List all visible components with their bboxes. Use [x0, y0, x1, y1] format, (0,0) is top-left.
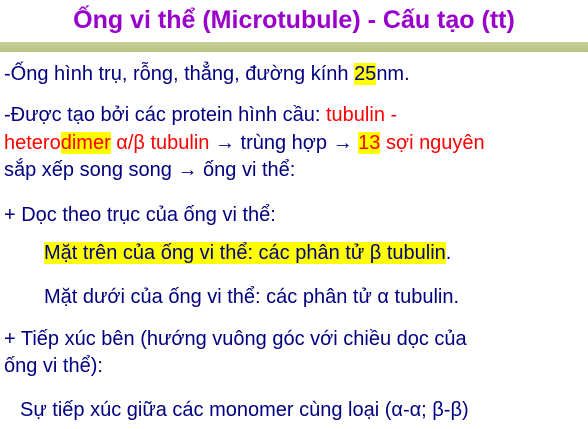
top-face-text: Mặt trên của ống vi thể: các phân tử β t… [44, 242, 446, 264]
line-top-face: Mặt trên của ống vi thể: các phân tử β t… [44, 241, 451, 265]
polymerize-text: → trùng hợp → [209, 132, 359, 154]
line-parallel: sắp xếp song song → ống vi thể: [4, 159, 296, 181]
line-protein: -Được tạo bởi các protein hình cầu: tubu… [4, 103, 397, 127]
line-lateral-heading: + Tiếp xúc bên (hướng vuông góc với chiề… [4, 328, 467, 350]
protofilament-count: 13 [358, 132, 381, 154]
line-diameter-text: -Ống hình trụ, rỗng, thẳng, đường kính [4, 63, 355, 85]
slide-title: Ống vi thể (Microtubule) - Cấu tạo (tt) [73, 6, 515, 34]
protofilament-term: sợi nguyên [380, 132, 485, 154]
line-protein-text: -Được tạo bởi các protein hình cầu: [4, 104, 326, 126]
line-bottom-face: Mặt dưới của ống vi thể: các phân tử α t… [44, 286, 460, 308]
line-axis-heading: + Dọc theo trục của ống vi thể: [4, 204, 276, 226]
line-diameter: -Ống hình trụ, rỗng, thẳng, đường kính 2… [4, 62, 410, 86]
tubulin-term: tubulin - [326, 104, 398, 126]
title-divider-bar [0, 42, 588, 52]
alpha-beta-tubulin-term: α/β tubulin [110, 132, 210, 154]
line-heterodimer: heterodimer α/β tubulin → trùng hợp → 13… [4, 131, 485, 155]
diameter-value: 25 [354, 63, 377, 85]
hetero-term: hetero [4, 132, 61, 154]
dimer-term: dimer [60, 132, 111, 154]
top-face-period: . [445, 242, 452, 264]
line-lateral-heading-cont: ống vi thể): [4, 355, 103, 377]
line-lateral-contact: Sự tiếp xúc giữa các monomer cùng loại (… [20, 399, 469, 421]
diameter-unit: nm. [376, 63, 410, 85]
